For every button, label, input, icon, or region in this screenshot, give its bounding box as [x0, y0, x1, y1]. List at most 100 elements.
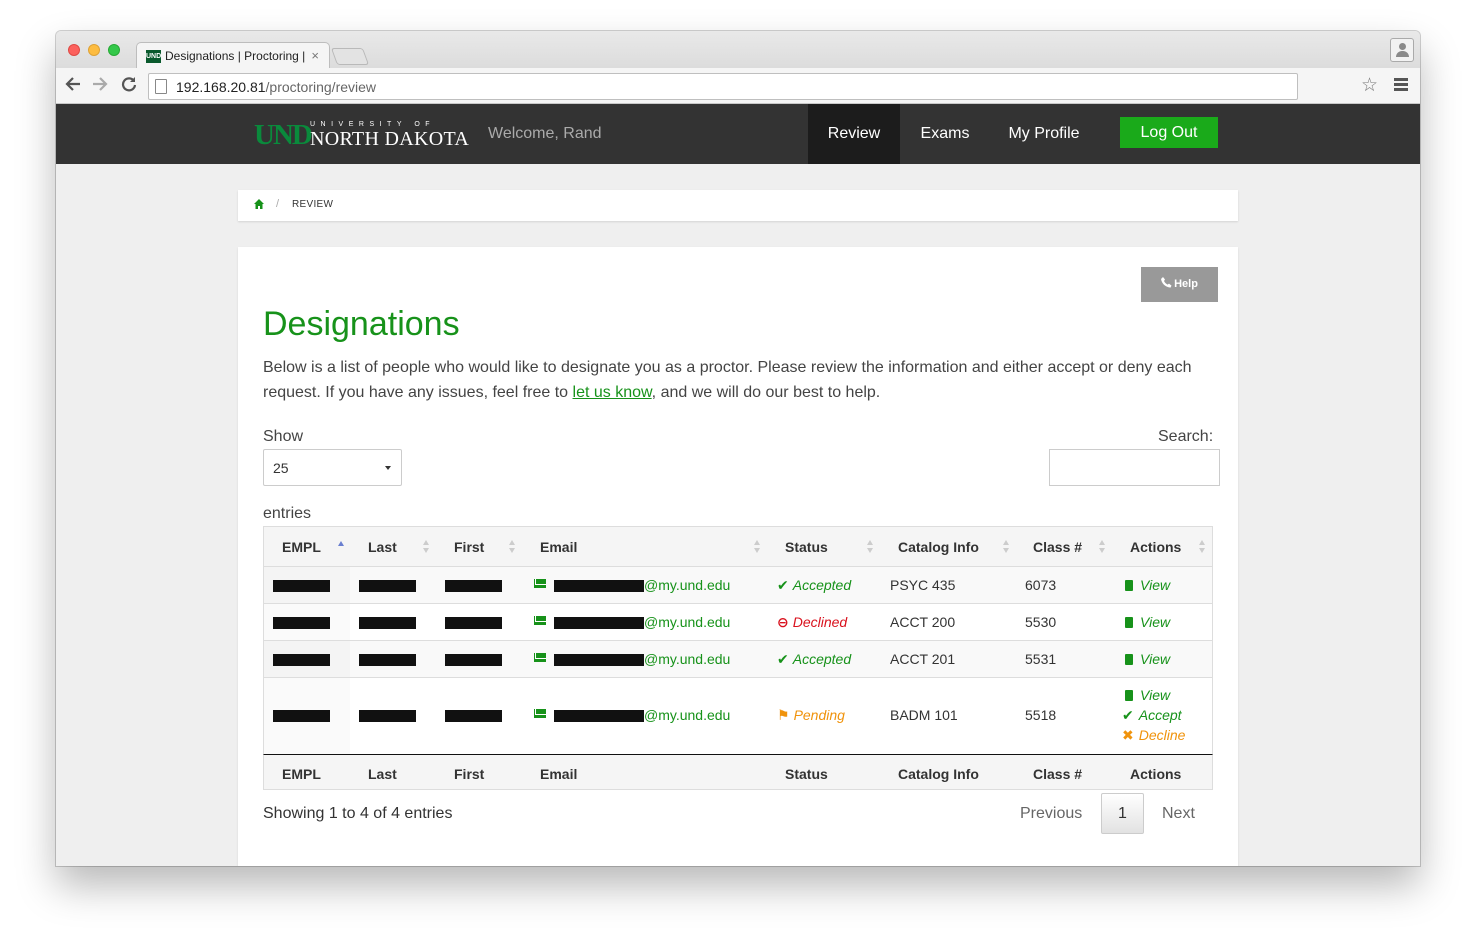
check-icon: ✔	[1122, 707, 1134, 723]
column-first[interactable]: First	[454, 539, 484, 555]
status-accepted: ✔ Accepted	[777, 651, 851, 668]
table-footer: EMPL Last First Email Status Catalog Inf…	[263, 755, 1213, 790]
view-action[interactable]: View	[1125, 651, 1170, 667]
breadcrumb-current: REVIEW	[292, 199, 334, 210]
sort-asc-icon[interactable]	[338, 540, 345, 554]
next-page-button[interactable]: Next	[1162, 805, 1195, 823]
email-link[interactable]: @my.und.edu	[644, 577, 730, 593]
status-accepted: ✔ Accepted	[777, 577, 851, 594]
entries-label: entries	[263, 505, 312, 522]
envelope-icon	[534, 709, 546, 718]
sort-icon[interactable]	[754, 540, 761, 554]
email-link[interactable]: @my.und.edu	[644, 707, 730, 723]
page-length-select[interactable]: 25	[263, 449, 402, 486]
redacted-email	[554, 580, 644, 592]
table-row: @my.und.edu ⊖ Declined ACCT 200 5530 View	[263, 604, 1213, 641]
accept-action[interactable]: ✔ Accept	[1122, 707, 1182, 724]
back-arrow-icon[interactable]	[62, 75, 84, 98]
catalog-info: ACCT 200	[890, 614, 956, 630]
browser-titlebar: UND Designations | Proctoring | ×	[56, 31, 1420, 69]
footer-class-number: Class #	[1033, 766, 1083, 782]
redacted-last	[359, 710, 416, 722]
sort-icon[interactable]	[867, 540, 874, 554]
decline-action[interactable]: ✖ Decline	[1122, 727, 1185, 744]
redacted-email	[554, 654, 644, 666]
email-link[interactable]: @my.und.edu	[644, 651, 730, 667]
view-action[interactable]: View	[1125, 614, 1170, 630]
footer-empl: EMPL	[282, 766, 321, 782]
close-window-button[interactable]	[68, 44, 80, 56]
new-tab-button[interactable]	[330, 48, 370, 65]
redacted-first	[445, 617, 502, 629]
sort-icon[interactable]	[1199, 540, 1206, 554]
view-label: View	[1140, 687, 1171, 703]
browser-tab-active[interactable]: UND Designations | Proctoring | ×	[136, 42, 330, 69]
welcome-message: Welcome, Rand	[488, 125, 602, 142]
bookmark-star-icon[interactable]: ☆	[1361, 74, 1378, 97]
show-label: Show	[263, 428, 304, 445]
redacted-last	[359, 580, 416, 592]
browser-profile-button[interactable]	[1390, 38, 1414, 62]
accept-label: Accept	[1138, 707, 1182, 723]
column-empl[interactable]: EMPL	[282, 539, 321, 555]
footer-catalog-info: Catalog Info	[898, 766, 979, 782]
previous-page-button[interactable]: Previous	[1020, 805, 1082, 823]
search-input[interactable]	[1049, 449, 1220, 486]
column-actions[interactable]: Actions	[1130, 539, 1181, 555]
redacted-first	[445, 580, 502, 592]
column-catalog-info[interactable]: Catalog Info	[898, 539, 979, 555]
column-status[interactable]: Status	[785, 539, 828, 555]
redacted-email	[554, 710, 644, 722]
column-class-number[interactable]: Class #	[1033, 539, 1082, 555]
phone-icon	[1161, 277, 1172, 288]
breadcrumb: / REVIEW	[238, 190, 1238, 221]
envelope-icon	[534, 616, 546, 625]
breadcrumb-separator: /	[276, 198, 280, 210]
footer-last: Last	[368, 766, 397, 782]
logout-button[interactable]: Log Out	[1120, 117, 1218, 148]
email-link[interactable]: @my.und.edu	[644, 614, 730, 630]
reload-icon[interactable]	[118, 75, 140, 98]
logo-und-mark: UND	[254, 119, 313, 151]
home-icon[interactable]	[254, 199, 264, 209]
view-action[interactable]: View	[1125, 687, 1170, 703]
column-email[interactable]: Email	[540, 539, 577, 555]
status-label: Accepted	[792, 651, 852, 667]
help-button[interactable]: Help	[1141, 267, 1218, 302]
sort-icon[interactable]	[1003, 540, 1010, 554]
contact-link[interactable]: let us know	[573, 384, 652, 401]
class-number: 5518	[1025, 707, 1057, 723]
forward-arrow-icon[interactable]	[89, 75, 111, 98]
sort-icon[interactable]	[509, 540, 516, 554]
check-icon: ✔	[777, 577, 789, 593]
current-page-button[interactable]: 1	[1101, 793, 1144, 834]
address-bar[interactable]: 192.168.20.81/proctoring/review	[148, 73, 1298, 100]
document-icon	[1125, 617, 1133, 628]
envelope-icon	[534, 653, 546, 662]
view-label: View	[1140, 651, 1171, 667]
catalog-info: ACCT 201	[890, 651, 956, 667]
minimize-window-button[interactable]	[88, 44, 100, 56]
minus-circle-icon: ⊖	[777, 614, 789, 630]
class-number: 6073	[1025, 577, 1057, 593]
person-icon-body	[1396, 51, 1409, 57]
document-icon	[1125, 580, 1133, 591]
redacted-first	[445, 654, 502, 666]
designations-panel: Help Designations Below is a list of peo…	[238, 247, 1238, 866]
redacted-last	[359, 617, 416, 629]
redacted-empl	[273, 654, 330, 666]
status-label: Accepted	[792, 577, 852, 593]
tab-close-icon[interactable]: ×	[311, 48, 319, 63]
browser-menu-icon[interactable]	[1394, 78, 1408, 93]
tab-favicon-icon: UND	[146, 50, 161, 63]
sort-icon[interactable]	[1099, 540, 1106, 554]
zoom-window-button[interactable]	[108, 44, 120, 56]
status-pending: ⚑ Pending	[777, 707, 845, 724]
nav-exams[interactable]: Exams	[901, 104, 989, 164]
nav-review[interactable]: Review	[808, 104, 900, 164]
status-declined: ⊖ Declined	[777, 614, 847, 631]
sort-icon[interactable]	[423, 540, 430, 554]
column-last[interactable]: Last	[368, 539, 397, 555]
nav-my-profile[interactable]: My Profile	[989, 104, 1099, 164]
view-action[interactable]: View	[1125, 577, 1170, 593]
